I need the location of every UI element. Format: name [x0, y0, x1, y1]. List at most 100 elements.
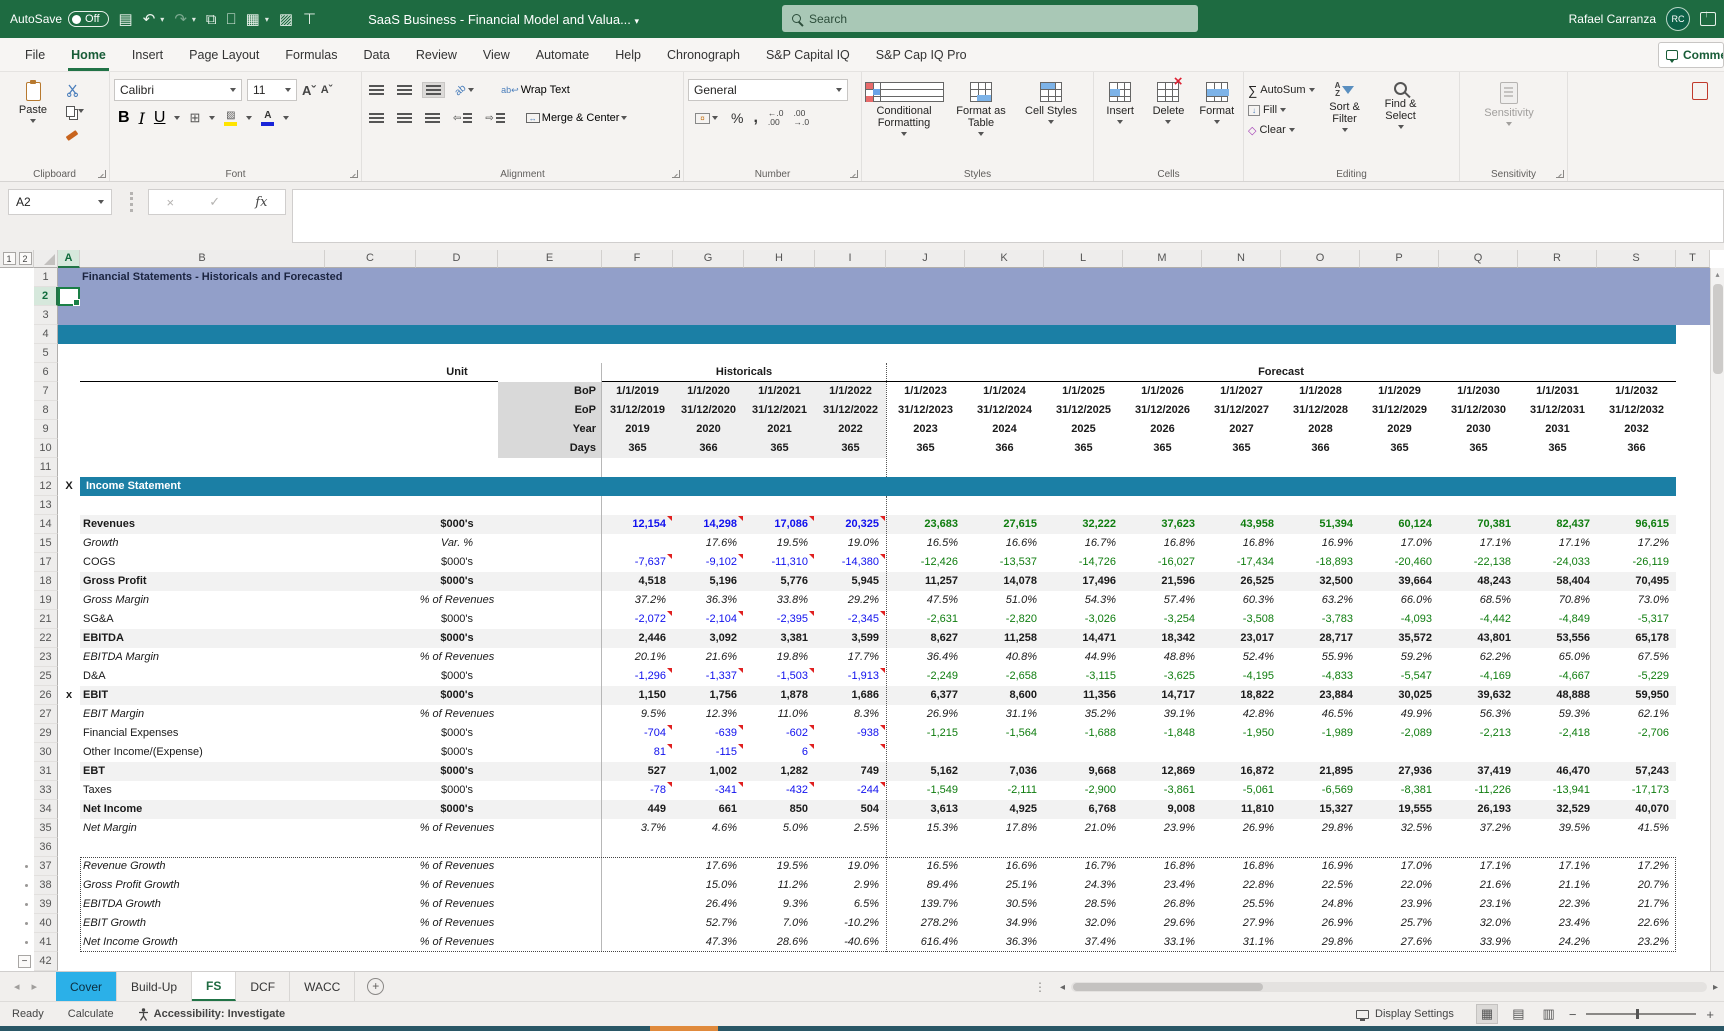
- row-header-26[interactable]: 26: [34, 686, 58, 705]
- sheet-tab-fs[interactable]: FS: [192, 972, 236, 1001]
- cell-C27[interactable]: [325, 705, 416, 724]
- cell-H31[interactable]: 1,282: [744, 762, 815, 781]
- cell-B6[interactable]: [80, 363, 325, 382]
- cell-Q38[interactable]: 21.6%: [1439, 876, 1518, 895]
- col-header-B[interactable]: B: [80, 250, 325, 268]
- cell-T23[interactable]: [1676, 648, 1710, 667]
- row-header-15[interactable]: 15: [34, 534, 58, 553]
- sheet-tab-dcf[interactable]: DCF: [236, 972, 290, 1001]
- cell-A6[interactable]: [58, 363, 80, 382]
- row-header-13[interactable]: 13: [34, 496, 58, 515]
- increase-decimal-button[interactable]: ←.0.00: [768, 109, 784, 127]
- row-header-31[interactable]: 31: [34, 762, 58, 781]
- cell-J9[interactable]: 2023: [886, 420, 965, 439]
- cell-D35[interactable]: % of Revenues: [416, 819, 498, 838]
- document-title[interactable]: SaaS Business - Financial Model and Valu…: [368, 12, 639, 27]
- row-header-37[interactable]: 37: [34, 857, 58, 876]
- cell-B34[interactable]: Net Income: [80, 800, 325, 819]
- cell-A27[interactable]: [58, 705, 80, 724]
- cell-C34[interactable]: [325, 800, 416, 819]
- cell-S37[interactable]: 17.2%: [1597, 857, 1676, 876]
- cell-K31[interactable]: 7,036: [965, 762, 1044, 781]
- row-header-11[interactable]: 11: [34, 458, 58, 477]
- cell-R25[interactable]: -4,667: [1518, 667, 1597, 686]
- cell-K23[interactable]: 40.8%: [965, 648, 1044, 667]
- cell-N17[interactable]: -17,434: [1202, 553, 1281, 572]
- ribbon-tab-formulas[interactable]: Formulas: [272, 38, 350, 71]
- ribbon-tab-file[interactable]: File: [12, 38, 58, 71]
- cell-Q35[interactable]: 37.2%: [1439, 819, 1518, 838]
- col-header-O[interactable]: O: [1281, 250, 1360, 268]
- cell-R14[interactable]: 82,437: [1518, 515, 1597, 534]
- cell-O37[interactable]: 16.9%: [1281, 857, 1360, 876]
- cell-L41[interactable]: 37.4%: [1044, 933, 1123, 952]
- cell-E26[interactable]: [498, 686, 602, 705]
- cell-J33[interactable]: -1,549: [886, 781, 965, 800]
- cell-R10[interactable]: 365: [1518, 439, 1597, 458]
- insert-button[interactable]: Insert: [1098, 78, 1142, 165]
- cell-D33[interactable]: $000's: [416, 781, 498, 800]
- autosave-toggle[interactable]: AutoSave Off: [10, 11, 109, 27]
- cell-I33[interactable]: -244: [815, 781, 886, 800]
- cell-B21[interactable]: SG&A: [80, 610, 325, 629]
- cell-O18[interactable]: 32,500: [1281, 572, 1360, 591]
- cell-T15[interactable]: [1676, 534, 1710, 553]
- ribbon-tab-page-layout[interactable]: Page Layout: [176, 38, 272, 71]
- number-format-select[interactable]: General: [688, 79, 848, 101]
- cell-H22[interactable]: 3,381: [744, 629, 815, 648]
- cell-M29[interactable]: -1,848: [1123, 724, 1202, 743]
- cell-J30[interactable]: [886, 743, 965, 762]
- cell-P35[interactable]: 32.5%: [1360, 819, 1439, 838]
- col-header-I[interactable]: I: [815, 250, 886, 268]
- cell-K9[interactable]: 2024: [965, 420, 1044, 439]
- cell-N22[interactable]: 23,017: [1202, 629, 1281, 648]
- ribbon-tab-chronograph[interactable]: Chronograph: [654, 38, 753, 71]
- cell-B35[interactable]: Net Margin: [80, 819, 325, 838]
- cell-G18[interactable]: 5,196: [673, 572, 744, 591]
- cell-J8[interactable]: 31/12/2023: [886, 401, 965, 420]
- search-box[interactable]: [782, 5, 1198, 32]
- zoom-slider-thumb[interactable]: [1636, 1009, 1639, 1019]
- row-header-19[interactable]: 19: [34, 591, 58, 610]
- redo-dropdown-icon[interactable]: ▾: [192, 15, 196, 24]
- cell-S14[interactable]: 96,615: [1597, 515, 1676, 534]
- cell-R23[interactable]: 65.0%: [1518, 648, 1597, 667]
- cell-D41[interactable]: % of Revenues: [416, 933, 498, 952]
- cell-M41[interactable]: 33.1%: [1123, 933, 1202, 952]
- cell-F23[interactable]: 20.1%: [602, 648, 673, 667]
- cell-P8[interactable]: 31/12/2029: [1360, 401, 1439, 420]
- cell-K15[interactable]: 16.6%: [965, 534, 1044, 553]
- cell-F37[interactable]: [602, 857, 673, 876]
- cell-I17[interactable]: -14,380: [815, 553, 886, 572]
- decrease-indent-button[interactable]: ⇦: [450, 111, 475, 126]
- cell-C6[interactable]: [325, 363, 416, 382]
- cell-M15[interactable]: 16.8%: [1123, 534, 1202, 553]
- cell-Q21[interactable]: -4,442: [1439, 610, 1518, 629]
- row-header-12[interactable]: 12: [34, 477, 58, 496]
- new-sheet-button[interactable]: +: [367, 978, 384, 995]
- cell-D23[interactable]: % of Revenues: [416, 648, 498, 667]
- cell-F35[interactable]: 3.7%: [602, 819, 673, 838]
- cell-O29[interactable]: -1,989: [1281, 724, 1360, 743]
- cell-E9[interactable]: Year: [498, 420, 602, 439]
- name-box[interactable]: A2: [8, 189, 112, 215]
- row-header-35[interactable]: 35: [34, 819, 58, 838]
- page-layout-view-icon[interactable]: ▤: [1508, 1005, 1528, 1023]
- cell-L7[interactable]: 1/1/2025: [1044, 382, 1123, 401]
- cell-T33[interactable]: [1676, 781, 1710, 800]
- cell-O40[interactable]: 26.9%: [1281, 914, 1360, 933]
- cell-R26[interactable]: 48,888: [1518, 686, 1597, 705]
- cell-G31[interactable]: 1,002: [673, 762, 744, 781]
- cell-A33[interactable]: [58, 781, 80, 800]
- outline-level-button-2[interactable]: 2: [19, 252, 32, 265]
- cell-S15[interactable]: 17.2%: [1597, 534, 1676, 553]
- cell-G23[interactable]: 21.6%: [673, 648, 744, 667]
- cell-A14[interactable]: [58, 515, 80, 534]
- cell-H33[interactable]: -432: [744, 781, 815, 800]
- cell-styles-button[interactable]: Cell Styles: [1020, 78, 1082, 165]
- autosum-button[interactable]: ∑ AutoSum: [1248, 82, 1315, 98]
- save-icon[interactable]: ▤: [119, 12, 133, 27]
- cell-I14[interactable]: 20,325: [815, 515, 886, 534]
- cell-I8[interactable]: 31/12/2022: [815, 401, 886, 420]
- cell-I37[interactable]: 19.0%: [815, 857, 886, 876]
